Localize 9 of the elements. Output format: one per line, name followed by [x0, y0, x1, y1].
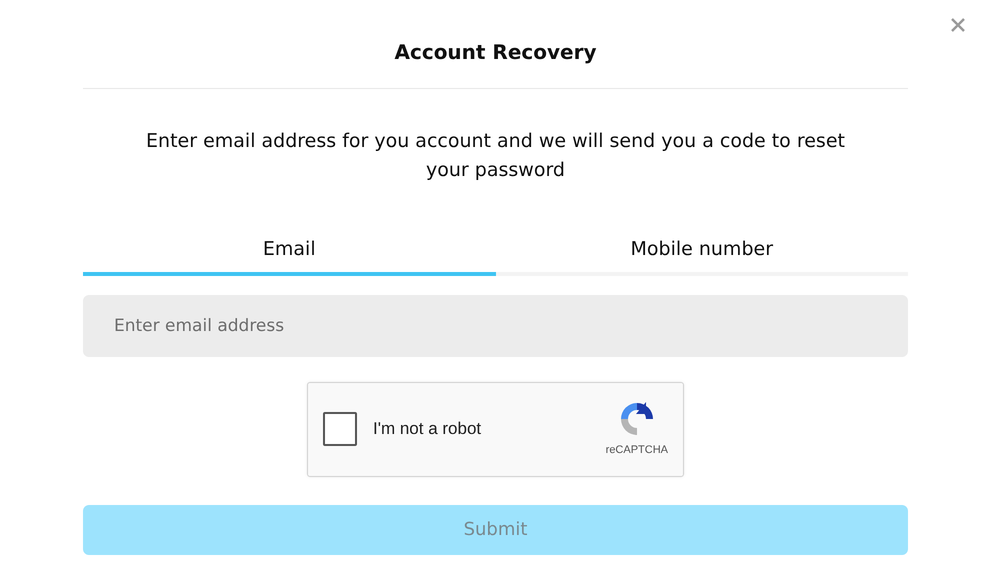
captcha-brand: reCAPTCHA — [606, 442, 668, 458]
tab[interactable]: Email — [83, 231, 496, 276]
close-icon[interactable] — [950, 17, 966, 33]
checkbox-label: I'm not a robot — [373, 418, 482, 440]
email-field[interactable]: Enter email address — [83, 294, 908, 356]
description-text: Enter email address for you account and we will send you a code to reset your password — [145, 129, 846, 183]
tab[interactable]: Mobile number — [496, 231, 908, 276]
dialog-title: Account Recovery — [394, 39, 598, 66]
checkbox[interactable] — [323, 412, 357, 446]
